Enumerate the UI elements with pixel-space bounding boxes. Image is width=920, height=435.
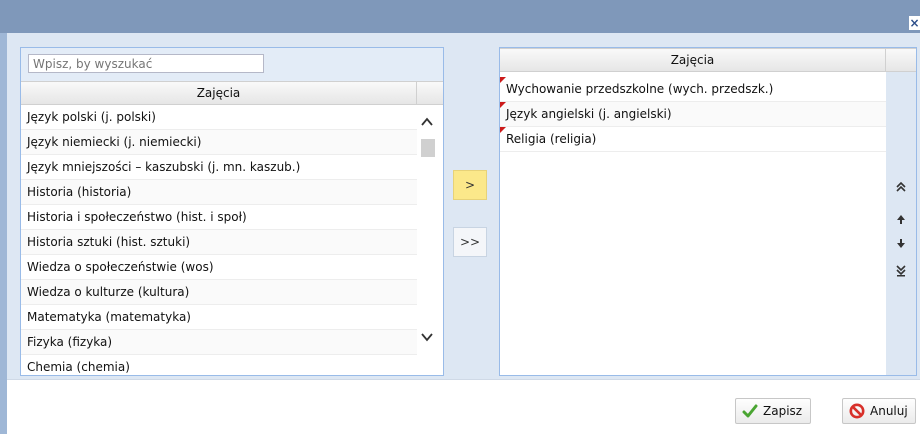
list-item[interactable]: Religia (religia) <box>500 127 886 152</box>
list-item[interactable]: Język niemiecki (j. niemiecki) <box>21 130 417 155</box>
available-column-header[interactable]: Zajęcia <box>21 81 417 105</box>
list-item[interactable]: Wychowanie przedszkolne (wych. przedszk.… <box>500 77 886 102</box>
selected-column-header[interactable]: Zajęcia <box>500 48 886 72</box>
list-item[interactable]: Historia i społeczeństwo (hist. i społ) <box>21 205 417 230</box>
selected-subjects-panel: Zajęcia Wychowanie przedszkolne (wych. p… <box>499 47 917 376</box>
list-item[interactable]: Język angielski (j. angielski) <box>500 102 886 127</box>
checkmark-icon <box>742 404 758 418</box>
list-item[interactable]: Matematyka (matematyka) <box>21 305 417 330</box>
list-item[interactable]: Historia (historia) <box>21 180 417 205</box>
chevron-down-icon[interactable] <box>421 331 433 343</box>
search-input[interactable] <box>28 54 264 73</box>
save-button[interactable]: Zapisz <box>735 398 811 424</box>
cancel-button[interactable]: Anuluj <box>842 398 916 424</box>
close-icon[interactable]: × <box>909 16 920 30</box>
list-item[interactable]: Język mniejszości – kaszubski (j. mn. ka… <box>21 155 417 180</box>
move-all-button[interactable]: >> <box>453 227 487 257</box>
list-item[interactable]: Chemia (chemia) <box>21 355 417 375</box>
dialog-titlebar: × <box>0 0 920 33</box>
available-subjects-panel: Zajęcia Język polski (j. polski) Język n… <box>20 47 444 376</box>
chevron-up-icon[interactable] <box>421 116 433 128</box>
scrollbar-thumb[interactable] <box>421 139 435 157</box>
cancel-icon <box>849 403 865 419</box>
list-item[interactable]: Język polski (j. polski) <box>21 105 417 130</box>
available-subjects-list: Język polski (j. polski) Język niemiecki… <box>21 105 417 375</box>
move-to-bottom-icon[interactable] <box>894 263 908 277</box>
dialog-left-border <box>0 33 7 434</box>
move-selected-button[interactable]: > <box>453 170 487 200</box>
dialog-footer: Zapisz Anuluj <box>7 379 920 435</box>
selected-subjects-list: Wychowanie przedszkolne (wych. przedszk.… <box>500 77 886 152</box>
vertical-scrollbar[interactable] <box>417 105 443 375</box>
order-controls <box>886 72 916 375</box>
header-scroll-filler <box>417 81 443 105</box>
move-down-icon[interactable] <box>894 237 908 251</box>
search-strip <box>21 48 443 81</box>
move-up-icon[interactable] <box>894 212 908 226</box>
header-filler <box>886 48 916 72</box>
save-label: Zapisz <box>763 404 803 418</box>
list-item[interactable]: Fizyka (fizyka) <box>21 330 417 355</box>
move-to-top-icon[interactable] <box>894 180 908 194</box>
list-item[interactable]: Wiedza o społeczeństwie (wos) <box>21 255 417 280</box>
list-item[interactable]: Wiedza o kulturze (kultura) <box>21 280 417 305</box>
cancel-label: Anuluj <box>870 404 908 418</box>
list-item[interactable]: Historia sztuki (hist. sztuki) <box>21 230 417 255</box>
